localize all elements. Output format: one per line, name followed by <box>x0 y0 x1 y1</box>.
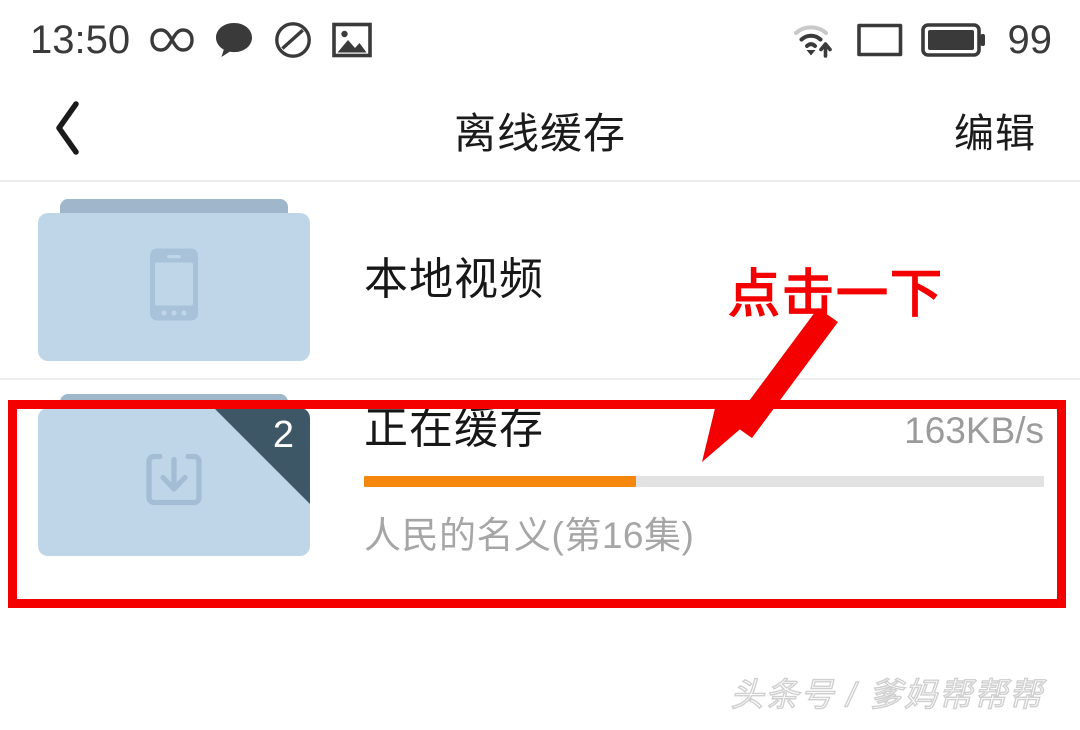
list-item-text: 本地视频 <box>364 254 1080 304</box>
back-button[interactable] <box>40 100 96 161</box>
edit-button[interactable]: 编辑 <box>954 101 1036 159</box>
list-item-title: 正在缓存 <box>364 403 544 453</box>
chat-bubble-icon <box>214 21 254 59</box>
wifi-icon <box>792 20 840 60</box>
image-icon <box>332 22 372 58</box>
badge-count-text: 2 <box>272 414 294 456</box>
list-item-title: 本地视频 <box>364 254 544 304</box>
battery-level-text: 99 <box>1007 18 1053 62</box>
status-bar-right: 99 <box>792 18 1053 62</box>
cache-list: 本地视频 2 正在缓存 163KB/s 人民的名义(第16集) <box>0 182 1080 570</box>
battery-icon <box>920 22 986 58</box>
status-bar-left: 13:50 <box>30 20 372 60</box>
folder-thumbnail: 2 <box>38 394 310 556</box>
list-item-subtitle: 人民的名义(第16集) <box>364 514 695 556</box>
phone-icon <box>148 247 200 328</box>
status-time: 13:50 <box>30 18 131 62</box>
annotation-text: 点击一下 <box>728 266 945 324</box>
no-entry-icon <box>274 21 312 59</box>
sim-card-icon <box>856 21 904 59</box>
download-speed: 163KB/s <box>904 409 1044 451</box>
list-item-text: 正在缓存 163KB/s 人民的名义(第16集) <box>364 392 1080 559</box>
list-item-caching[interactable]: 2 正在缓存 163KB/s 人民的名义(第16集) <box>0 380 1080 570</box>
watermark: 头条号 / 爹妈帮帮帮 <box>730 675 1044 713</box>
page-title: 离线缓存 <box>453 109 626 157</box>
folder-thumbnail <box>38 199 310 361</box>
status-bar: 13:50 99 <box>0 0 1080 80</box>
progress-bar <box>364 475 1044 487</box>
badge-count: 2 <box>214 408 310 504</box>
folder-body <box>38 213 310 361</box>
download-icon <box>142 449 206 516</box>
nav-bar: 离线缓存 编辑 <box>0 80 1080 182</box>
caching-header: 正在缓存 163KB/s <box>364 392 1080 456</box>
badge-triangle <box>214 408 310 504</box>
folder-body: 2 <box>38 408 310 556</box>
chevron-left-icon <box>52 100 84 161</box>
infinity-icon <box>150 25 194 55</box>
progress-bar-fill <box>364 475 636 487</box>
